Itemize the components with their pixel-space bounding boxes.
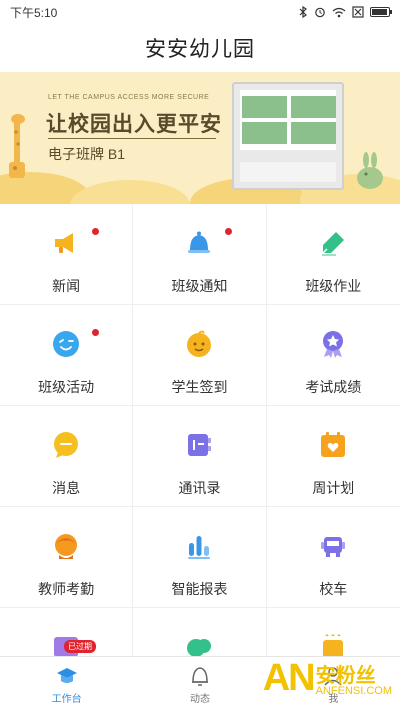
wifi-icon (332, 7, 346, 17)
grid-item-smart-report[interactable]: 智能报表 (133, 507, 267, 607)
banner-cloud-decoration (70, 180, 190, 204)
graduation-cap-icon (56, 667, 77, 683)
unread-dot (92, 329, 99, 336)
rabbit-illustration (357, 152, 383, 189)
grid-item-label: 消息 (52, 480, 81, 496)
status-icons (298, 6, 392, 18)
unread-dot (92, 228, 99, 235)
grid-item-school-bus[interactable]: 校车 (267, 507, 400, 607)
battery-icon (370, 7, 392, 17)
grid-item-student-checkin[interactable]: 学生签到 (133, 305, 267, 405)
grid-item-label: 班级活动 (38, 379, 95, 395)
site-watermark: AN 安粉丝 ANFENSI.COM (263, 659, 392, 697)
grid-item-label: 考试成绩 (305, 379, 362, 395)
grid-item-homework[interactable]: 班级作业 (267, 204, 400, 304)
banner-title: 让校园出入更平安 (46, 113, 222, 136)
watermark-en: ANFENSI.COM (315, 685, 392, 697)
nav-label: 工作台 (51, 693, 82, 705)
megaphone-icon (55, 233, 74, 253)
grid-item-label: 新闻 (52, 278, 81, 294)
cup-icon (323, 634, 344, 656)
grid-item-weekly-plan[interactable]: 周计划 (267, 406, 400, 506)
grid-item-class-activity[interactable]: 班级活动 (0, 305, 134, 405)
bar-chart-icon (188, 536, 211, 559)
grid-item-label: 智能报表 (171, 581, 228, 597)
grid-item-messages[interactable]: 消息 (0, 406, 134, 506)
grid-item-label: 教师考勤 (38, 581, 95, 597)
grid-item-cup[interactable] (267, 608, 400, 656)
nav-tab-feed[interactable]: 动态 (133, 657, 266, 711)
feature-grid: 新闻 班级通知 班级作业 班级活动 学生签到 考试成绩 消息 通讯录 周计划 教… (0, 204, 400, 656)
bell-icon (188, 231, 211, 253)
promo-banner[interactable]: LET THE CAMPUS ACCESS MORE SECURE 让校园出入更… (0, 72, 400, 204)
banner-divider (48, 138, 216, 139)
watermark-logo: AN (262, 657, 316, 699)
nav-tab-workbench[interactable]: 工作台 (0, 657, 133, 711)
alarm-icon (315, 7, 325, 18)
status-time: 下午5:10 (10, 5, 58, 20)
expired-badge: 已过期 (64, 640, 96, 653)
grid-item-label: 班级作业 (305, 278, 362, 294)
nav-label: 动态 (189, 693, 210, 705)
wink-face-icon (53, 331, 80, 357)
grid-item-class-notice[interactable]: 班级通知 (133, 204, 267, 304)
sim-off-icon (352, 6, 364, 18)
grid-item-exam-scores[interactable]: 考试成绩 (267, 305, 400, 405)
grid-item-cloud[interactable] (133, 608, 267, 656)
grid-item-teacher-attendance[interactable]: 教师考勤 (0, 507, 134, 607)
teacher-icon (55, 534, 78, 559)
device-illustration (232, 82, 344, 190)
banner-product-name: 电子班牌 B1 (48, 146, 126, 162)
grid-item-card[interactable]: 已过期 (0, 608, 134, 656)
grid-item-label: 学生签到 (171, 379, 228, 395)
banner-subtitle: LET THE CAMPUS ACCESS MORE SECURE (48, 94, 210, 101)
watermark-cn: 安粉丝 (315, 665, 376, 687)
chat-bubble-icon (54, 432, 79, 458)
calendar-heart-icon (321, 432, 346, 457)
medal-icon (323, 331, 344, 358)
grid-item-news[interactable]: 新闻 (0, 204, 134, 304)
grid-item-label: 校车 (319, 581, 348, 597)
pen-icon (322, 232, 345, 256)
child-face-icon (187, 330, 212, 357)
page-title: 安安幼儿园 (145, 38, 255, 61)
cloud-icon (187, 639, 212, 656)
unread-dot (225, 228, 233, 235)
grid-item-label: 班级通知 (171, 278, 228, 294)
bus-icon (321, 537, 346, 557)
grid-item-contacts[interactable]: 通讯录 (133, 406, 267, 506)
grid-item-label: 周计划 (312, 480, 355, 496)
bell-outline-icon (191, 666, 208, 686)
grid-item-label: 通讯录 (178, 480, 221, 496)
giraffe-illustration (9, 114, 25, 178)
bluetooth-icon (299, 6, 307, 18)
contacts-icon (188, 434, 212, 456)
status-bar: 下午5:10 (0, 0, 400, 24)
